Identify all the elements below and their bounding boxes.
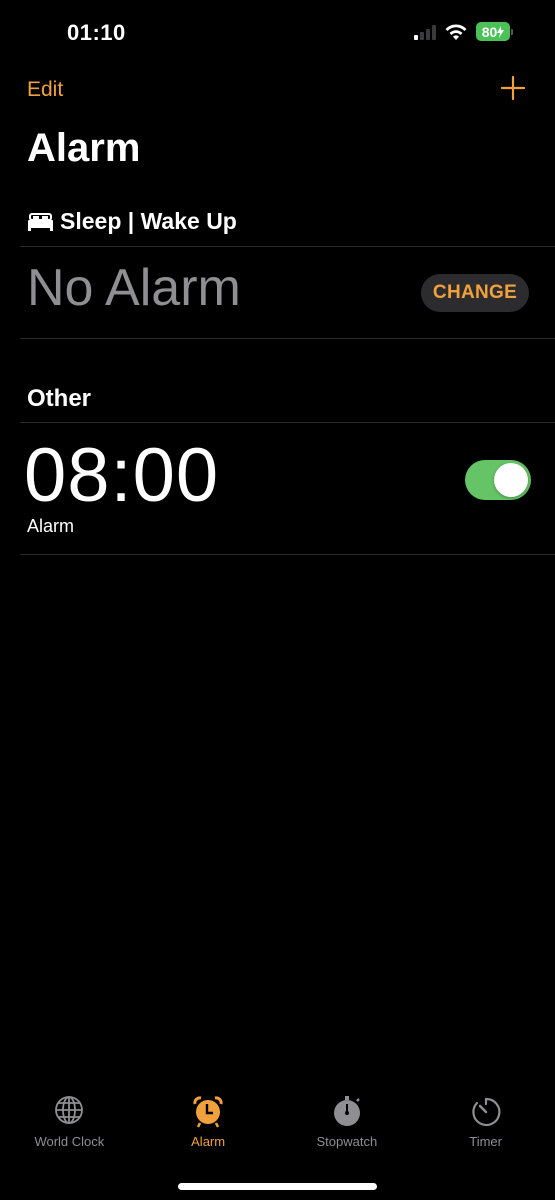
divider xyxy=(20,338,555,339)
edit-button[interactable]: Edit xyxy=(27,78,63,102)
sleep-alarm-status: No Alarm xyxy=(27,259,241,317)
tab-stopwatch[interactable]: Stopwatch xyxy=(278,1095,417,1165)
status-bar: 01:10 80 xyxy=(0,0,555,62)
alarm-toggle[interactable] xyxy=(465,460,531,500)
tab-label: Alarm xyxy=(191,1134,226,1149)
status-icons: 80 xyxy=(414,22,513,41)
tab-world-clock[interactable]: World Clock xyxy=(0,1095,139,1165)
home-indicator[interactable] xyxy=(178,1183,377,1190)
bed-icon xyxy=(28,212,53,231)
tab-alarm[interactable]: Alarm xyxy=(139,1095,278,1165)
divider xyxy=(20,246,555,247)
tab-bar: World Clock Alarm Stopwatch Timer xyxy=(0,1095,555,1165)
tab-label: Timer xyxy=(469,1134,502,1149)
tab-label: Stopwatch xyxy=(316,1134,378,1149)
plus-icon xyxy=(501,76,525,100)
tab-label: World Clock xyxy=(34,1134,105,1149)
charging-bolt-icon xyxy=(497,25,505,38)
stopwatch-icon xyxy=(333,1096,360,1126)
globe-icon xyxy=(55,1096,84,1124)
page-title: Alarm xyxy=(27,126,141,170)
timer-icon xyxy=(471,1097,501,1127)
cellular-signal-icon xyxy=(414,24,436,40)
alarm-clock-icon xyxy=(193,1096,223,1128)
wifi-icon xyxy=(445,24,467,40)
alarm-time: 08:00 xyxy=(24,433,220,518)
battery-indicator: 80 xyxy=(476,22,510,41)
toggle-knob xyxy=(494,463,528,497)
battery-cap xyxy=(511,28,513,35)
divider xyxy=(20,554,555,555)
divider xyxy=(20,422,555,423)
other-section-header: Other xyxy=(27,385,92,412)
tab-timer[interactable]: Timer xyxy=(416,1095,555,1165)
navigation-bar: Edit xyxy=(0,76,555,106)
battery-percent: 80 xyxy=(481,23,498,40)
change-sleep-button[interactable]: CHANGE xyxy=(421,274,529,312)
sleep-section-title: Sleep | Wake Up xyxy=(60,208,237,234)
status-time: 01:10 xyxy=(67,20,126,45)
sleep-section-header: Sleep | Wake Up xyxy=(27,208,237,235)
alarm-label: Alarm xyxy=(27,516,75,536)
add-alarm-button[interactable] xyxy=(501,76,525,100)
